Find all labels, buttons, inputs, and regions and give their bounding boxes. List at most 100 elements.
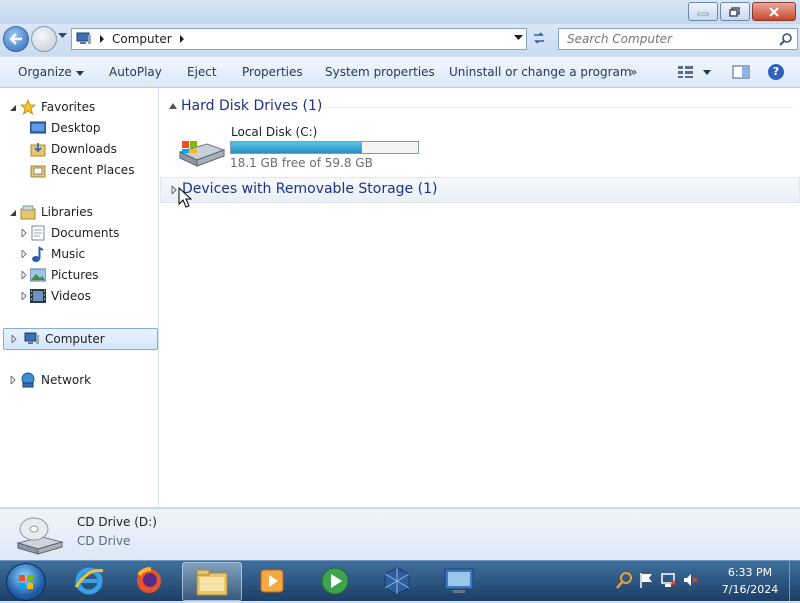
refresh-button[interactable] [528,28,550,48]
drive-usage-bar [230,141,419,154]
forward-button[interactable] [31,26,57,52]
expand-group-icon[interactable] [170,186,178,194]
taskbar-internet-explorer[interactable] [60,562,118,599]
desktop-icon [30,121,46,134]
help-icon[interactable]: ? [768,64,784,80]
hard-drive-icon[interactable] [177,124,227,168]
system-tray [616,571,698,589]
drive-free-space: 18.1 GB free of 59.8 GB [230,156,373,170]
taskbar: 6:33 PM 7/16/2024 [0,560,800,601]
command-bar: Organize AutoPlay Eject Properties Syste… [0,57,800,88]
taskbar-windows-explorer[interactable] [182,562,242,601]
expand-favorites-icon[interactable] [9,104,17,112]
close-button[interactable] [752,2,796,21]
taskbar-firefox[interactable] [120,562,178,599]
search-input[interactable] [565,31,777,47]
volume-muted-icon[interactable] [682,571,698,589]
expand-computer-icon[interactable] [10,335,18,343]
eject-button[interactable]: Eject [187,65,217,79]
system-clock[interactable]: 6:33 PM 7/16/2024 [712,564,788,598]
computer-icon [76,32,91,44]
media-center-icon [321,567,349,594]
expand-pictures-icon[interactable] [20,271,28,279]
properties-button[interactable]: Properties [242,65,303,79]
breadcrumb-computer[interactable]: Computer [112,32,172,46]
window-controls [688,2,796,21]
action-center-flag-icon[interactable] [638,571,654,589]
nav-item-desktop[interactable]: Desktop [30,118,101,138]
change-view-icon[interactable] [678,66,712,78]
windows-logo-icon [19,575,33,589]
expand-music-icon[interactable] [20,250,28,258]
show-desktop-button[interactable] [789,561,800,601]
nav-item-downloads[interactable]: Downloads [30,139,117,159]
address-dropdown-icon[interactable] [514,35,523,41]
refresh-icon [534,32,544,44]
group-header-removable-storage[interactable]: Devices with Removable Storage (1) [182,181,437,197]
breadcrumb-arrow-icon[interactable] [178,35,186,43]
group-row-removable-storage[interactable]: Devices with Removable Storage (1) [160,177,800,203]
restore-icon [729,6,740,17]
expand-network-icon[interactable] [9,376,17,384]
expand-documents-icon[interactable] [20,229,28,237]
autoplay-button[interactable]: AutoPlay [109,65,162,79]
nav-label: Network [41,373,92,387]
expand-videos-icon[interactable] [20,292,28,300]
nav-label: Favorites [41,100,96,114]
nav-item-pictures[interactable]: Pictures [30,265,99,285]
more-commands-button[interactable]: » [630,65,637,79]
group-header-hard-disk-drives[interactable]: Hard Disk Drives (1) [181,98,322,114]
nav-item-music[interactable]: Music [30,244,85,264]
nav-item-favorites[interactable]: Favorites [20,97,95,117]
system-properties-button[interactable]: System properties [325,65,435,79]
nav-label: Computer [45,332,105,346]
expand-libraries-icon[interactable] [9,209,17,217]
search-icon[interactable] [779,32,793,46]
nav-item-recent-places[interactable]: Recent Places [30,160,134,180]
taskbar-media-center[interactable] [306,562,364,599]
taskbar-virtualbox[interactable] [368,562,426,599]
media-player-icon [260,569,284,592]
breadcrumb-arrow-icon[interactable] [98,35,106,43]
taskbar-control-panel[interactable] [430,562,488,599]
cd-drive-icon [16,517,64,555]
nav-item-libraries[interactable]: Libraries [20,202,93,222]
minimize-button[interactable] [688,2,718,21]
group-divider [323,107,793,108]
nav-label: Music [51,247,86,261]
clock-time: 6:33 PM [727,566,773,579]
virtualbox-icon [384,566,410,595]
minimize-icon [697,12,709,15]
network-icon [21,372,35,388]
nav-item-videos[interactable]: Videos [30,286,91,306]
search-box[interactable] [558,28,798,50]
restore-button[interactable] [720,2,750,21]
start-button[interactable] [6,563,46,601]
network-tray-icon[interactable] [660,571,676,589]
nav-item-network[interactable]: Network [20,370,91,390]
search-tray-icon[interactable] [616,571,632,589]
recent-places-icon [30,165,46,178]
navigation-pane: Favorites Desktop Downloads Recent Place… [0,88,159,507]
nav-item-computer[interactable]: Computer [3,328,158,350]
drive-name[interactable]: Local Disk (C:) [231,125,317,139]
close-icon [769,6,779,17]
internet-explorer-icon [74,567,104,594]
selected-item-name: CD Drive (D:) [77,515,157,529]
selected-item-type: CD Drive [77,534,131,548]
music-note-icon [32,246,44,262]
nav-item-documents[interactable]: Documents [30,223,119,243]
uninstall-program-button[interactable]: Uninstall or change a program [449,65,632,79]
taskbar-media-player[interactable] [243,562,301,599]
recent-pages-dropdown-icon[interactable] [58,33,67,39]
back-button[interactable] [3,26,29,52]
address-bar[interactable]: Computer [71,28,527,50]
firefox-icon [137,566,161,593]
control-panel-icon [444,568,474,593]
organize-button[interactable]: Organize [18,65,84,79]
preview-pane-icon[interactable] [732,65,750,79]
collapse-group-icon[interactable] [169,102,177,110]
computer-icon [24,332,39,344]
nav-label: Videos [51,289,91,303]
mouse-cursor-icon [178,187,192,208]
